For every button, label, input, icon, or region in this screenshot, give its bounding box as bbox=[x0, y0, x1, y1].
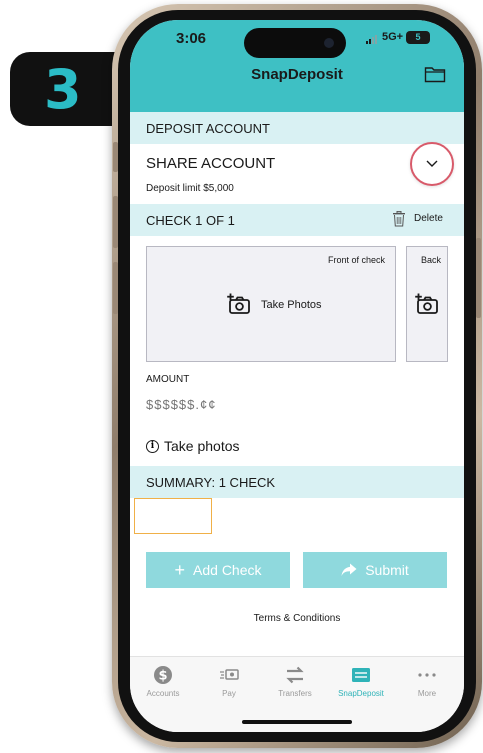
tab-accounts[interactable]: $ Accounts bbox=[130, 657, 196, 707]
take-photos-label: Take Photos bbox=[261, 299, 322, 311]
summary-heading: SUMMARY: 1 CHECK bbox=[146, 475, 276, 490]
dynamic-island bbox=[244, 28, 346, 58]
status-time: 3:06 bbox=[176, 30, 207, 47]
plus-icon: + bbox=[174, 560, 186, 580]
add-check-label: Add Check bbox=[193, 562, 262, 578]
step-number: 3 bbox=[44, 58, 82, 121]
chevron-down-icon bbox=[426, 160, 438, 167]
amount-label: AMOUNT bbox=[146, 374, 190, 385]
add-photo-icon bbox=[227, 293, 250, 314]
tab-label: Transfers bbox=[278, 689, 312, 698]
submit-label: Submit bbox=[365, 562, 409, 578]
deposit-limit: Deposit limit $5,000 bbox=[146, 183, 234, 194]
folder-icon[interactable] bbox=[424, 65, 446, 83]
account-dropdown-button[interactable] bbox=[410, 142, 454, 186]
battery-icon: 5 bbox=[406, 31, 430, 44]
delete-check-button[interactable]: Delete bbox=[414, 213, 443, 224]
phone-screen: 3:06 5G+ 5 SnapDeposit DEPOSIT ACCOUNT S… bbox=[130, 20, 464, 732]
front-of-check-capture[interactable]: Front of check Take Photos bbox=[146, 246, 396, 362]
check-heading: CHECK 1 OF 1 bbox=[146, 213, 235, 228]
tab-label: SnapDeposit bbox=[338, 689, 384, 698]
submit-button[interactable]: Submit bbox=[303, 552, 447, 588]
account-name[interactable]: SHARE ACCOUNT bbox=[146, 155, 275, 172]
stage: 3 3:06 5G+ 5 SnapDeposit DEPOSIT ACCOUNT… bbox=[0, 0, 483, 753]
more-dots-icon bbox=[418, 673, 436, 677]
tab-label: Pay bbox=[222, 689, 236, 698]
page-title: SnapDeposit bbox=[251, 66, 343, 83]
power-button bbox=[476, 238, 481, 318]
tab-label: More bbox=[417, 689, 437, 698]
front-of-check-label: Front of check bbox=[327, 255, 385, 265]
add-check-button[interactable]: + Add Check bbox=[146, 552, 290, 588]
tab-pay[interactable]: Pay bbox=[196, 657, 262, 707]
home-indicator[interactable] bbox=[242, 720, 352, 724]
tab-snapdeposit[interactable]: SnapDeposit bbox=[328, 657, 394, 707]
amount-input[interactable] bbox=[146, 393, 346, 415]
summary-band: SUMMARY: 1 CHECK bbox=[130, 466, 464, 498]
tab-transfers[interactable]: Transfers bbox=[262, 657, 328, 707]
trash-icon[interactable] bbox=[392, 211, 406, 227]
back-of-check-capture[interactable]: Back bbox=[406, 246, 448, 362]
terms-link[interactable]: Terms & Conditions bbox=[130, 613, 464, 624]
snapdeposit-icon bbox=[352, 668, 370, 682]
signal-icon bbox=[366, 34, 380, 44]
app-header: 3:06 5G+ 5 SnapDeposit bbox=[130, 20, 464, 112]
tab-label: Accounts bbox=[146, 689, 180, 698]
summary-highlight bbox=[134, 498, 212, 534]
network-label: 5G+ bbox=[382, 31, 404, 43]
info-icon: i bbox=[146, 440, 159, 453]
svg-text:$: $ bbox=[158, 669, 167, 684]
transfer-arrows-icon bbox=[286, 666, 304, 684]
front-camera bbox=[324, 38, 334, 48]
deposit-account-heading: DEPOSIT ACCOUNT bbox=[146, 121, 271, 136]
tab-more[interactable]: More bbox=[394, 657, 460, 707]
dollar-circle-icon: $ bbox=[154, 666, 172, 684]
share-arrow-icon bbox=[341, 563, 357, 576]
take-photos-notice: Take photos bbox=[164, 438, 240, 454]
deposit-account-band: DEPOSIT ACCOUNT bbox=[130, 112, 464, 144]
add-photo-icon bbox=[415, 293, 438, 314]
back-of-check-label: Back bbox=[420, 255, 441, 265]
pay-icon bbox=[220, 669, 239, 680]
